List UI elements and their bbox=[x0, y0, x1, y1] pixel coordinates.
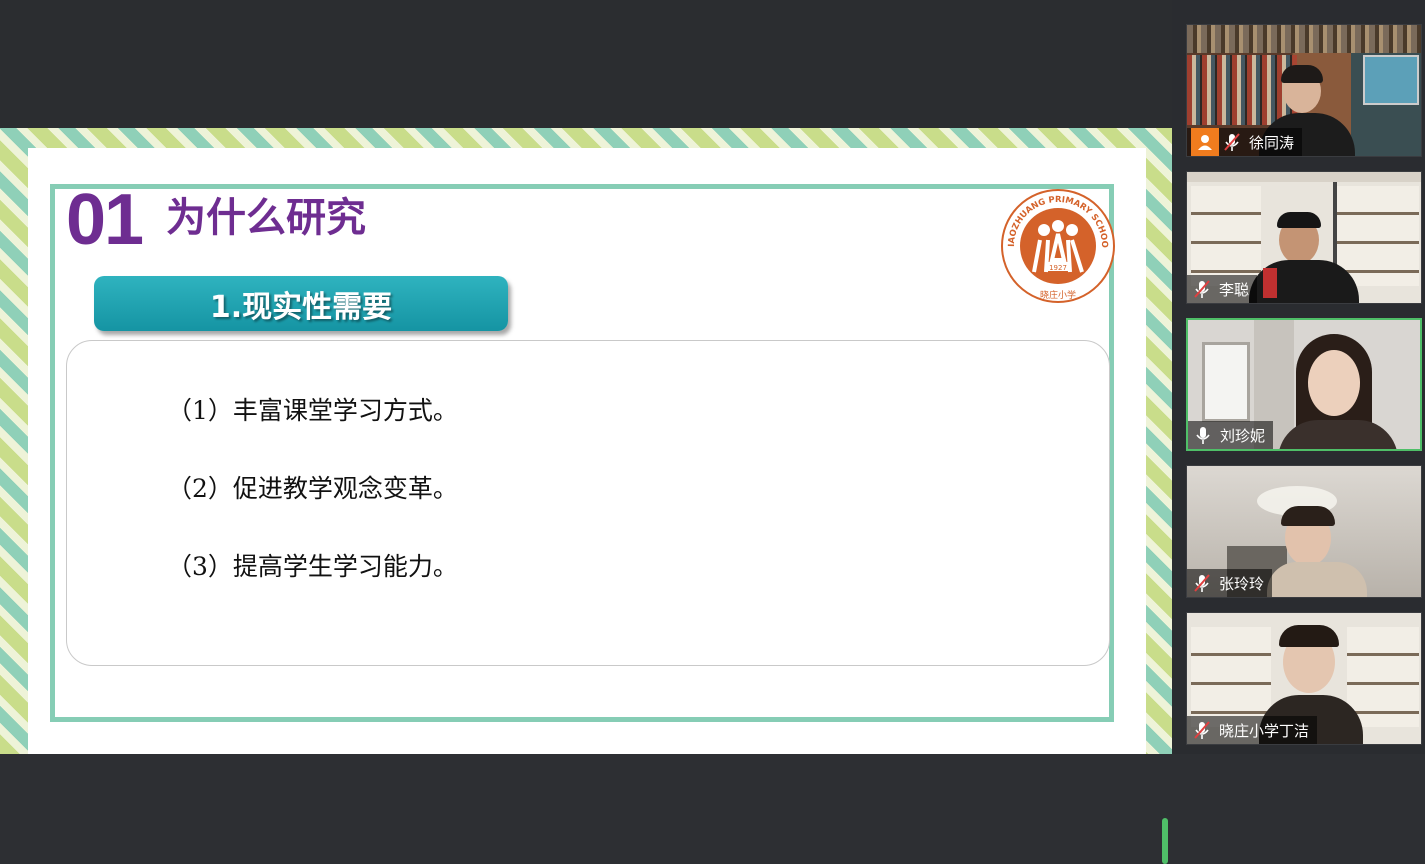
video-tile-participant[interactable]: 张玲玲 bbox=[1186, 465, 1422, 598]
participant-namebar: 晓庄小学丁洁 bbox=[1187, 716, 1318, 744]
participant-namebar: 刘珍妮 bbox=[1188, 421, 1274, 449]
participant-video-panel: 徐同涛 李聪 刘珍妮 张玲玲 晓庄小学丁洁 bbox=[1172, 0, 1425, 754]
slide-page: 01 为什么研究 1927 晓庄小学 XIAOZHUANG PRIMARY SC… bbox=[28, 148, 1146, 754]
mic-on-icon bbox=[1196, 427, 1210, 444]
list-item: （3）提高学生学习能力。 bbox=[167, 552, 458, 581]
participant-namebar: 徐同涛 bbox=[1187, 128, 1303, 156]
slide-heading: 为什么研究 bbox=[166, 195, 366, 241]
video-tile-active-speaker[interactable]: 刘珍妮 bbox=[1186, 318, 1422, 451]
participant-name: 刘珍妮 bbox=[1220, 426, 1266, 445]
subtitle-text: 1.现实性需要 bbox=[209, 289, 393, 325]
video-tile-participant[interactable]: 徐同涛 bbox=[1186, 24, 1422, 157]
participant-namebar: 李聪 bbox=[1187, 275, 1258, 303]
list-item: （1）丰富课堂学习方式。 bbox=[167, 396, 458, 425]
host-person-icon bbox=[1191, 128, 1219, 156]
content-box: （1）丰富课堂学习方式。 （2）促进教学观念变革。 （3）提高学生学习能力。 bbox=[66, 340, 1110, 666]
top-toolbar-area bbox=[0, 0, 1172, 128]
shared-screen-slide: 01 为什么研究 1927 晓庄小学 XIAOZHUANG PRIMARY SC… bbox=[0, 128, 1172, 864]
scroll-indicator bbox=[1162, 818, 1168, 864]
video-tile-participant[interactable]: 晓庄小学丁洁 bbox=[1186, 612, 1422, 745]
video-tile-participant[interactable]: 李聪 bbox=[1186, 171, 1422, 304]
logo-year: 1927 bbox=[1049, 264, 1067, 272]
logo-bottom-text: 晓庄小学 bbox=[1040, 289, 1076, 301]
participant-name: 张玲玲 bbox=[1219, 574, 1265, 593]
participant-namebar: 张玲玲 bbox=[1187, 569, 1273, 597]
school-logo: 1927 晓庄小学 XIAOZHUANG PRIMARY SCHOOL bbox=[1000, 188, 1115, 303]
mic-muted-icon bbox=[1194, 574, 1210, 592]
subtitle-banner: 1.现实性需要 bbox=[94, 276, 508, 331]
section-number: 01 bbox=[66, 180, 144, 260]
participant-name: 徐同涛 bbox=[1249, 133, 1295, 152]
mic-muted-icon bbox=[1194, 280, 1210, 298]
mic-muted-icon bbox=[1194, 721, 1210, 739]
participant-name: 晓庄小学丁洁 bbox=[1219, 721, 1310, 740]
list-item: （2）促进教学观念变革。 bbox=[167, 474, 458, 503]
participant-name: 李聪 bbox=[1219, 280, 1250, 299]
mic-muted-icon bbox=[1224, 133, 1240, 151]
